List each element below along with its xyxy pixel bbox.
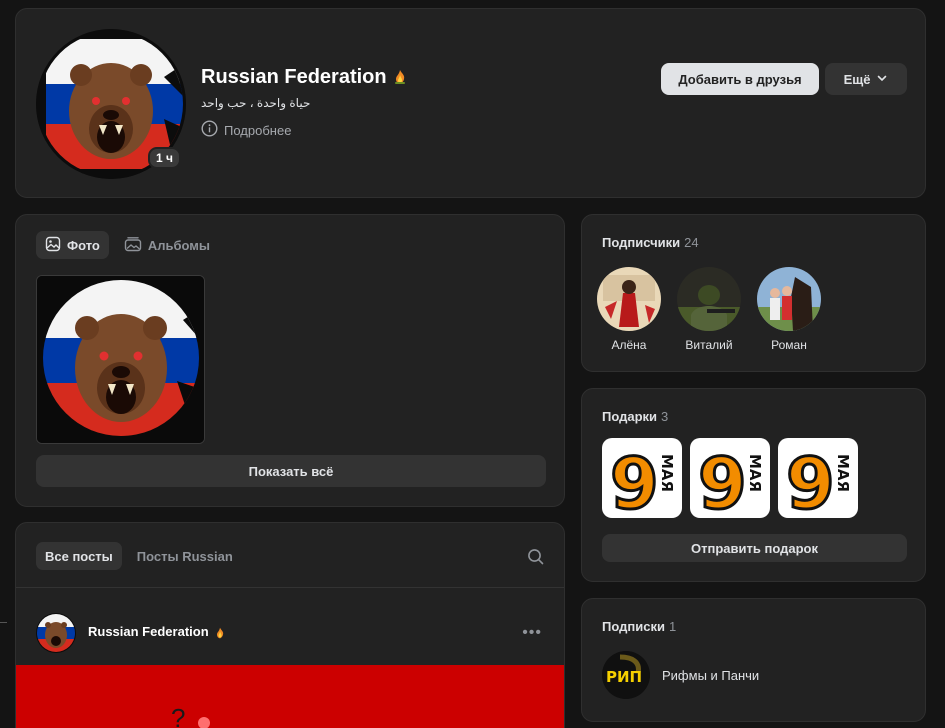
follower-name: Роман bbox=[771, 338, 807, 352]
followers-list: Алёна Виталий Роман bbox=[597, 267, 821, 352]
profile-details-link[interactable]: Подробнее bbox=[201, 120, 291, 140]
profile-avatar[interactable]: 1 ч bbox=[36, 29, 186, 179]
profile-header-card: 1 ч Russian Federation حياة واحدة ، حب و… bbox=[15, 8, 926, 198]
gift-item[interactable]: 9 МАЯ bbox=[778, 438, 858, 518]
add-friend-button[interactable]: Добавить в друзья bbox=[661, 63, 819, 95]
chevron-down-icon bbox=[876, 72, 888, 87]
subscription-item[interactable]: РИП Рифмы и Панчи bbox=[602, 651, 759, 699]
photos-tabs: Фото Альбомы bbox=[36, 231, 219, 259]
gifts-list: 9 МАЯ 9 МАЯ 9 МАЯ bbox=[602, 438, 858, 518]
edge-divider bbox=[0, 622, 7, 623]
tab-owner-posts[interactable]: Посты Russian bbox=[128, 542, 242, 570]
gifts-title[interactable]: Подарки 3 bbox=[602, 409, 668, 424]
profile-name: Russian Federation bbox=[201, 66, 387, 88]
info-icon bbox=[201, 120, 218, 140]
subscriptions-title-label: Подписки bbox=[602, 619, 665, 634]
tab-photos[interactable]: Фото bbox=[36, 231, 109, 259]
subscriptions-title[interactable]: Подписки 1 bbox=[602, 619, 676, 634]
subscriptions-count: 1 bbox=[668, 619, 677, 634]
follower-item[interactable]: Роман bbox=[757, 267, 821, 352]
profile-details-label: Подробнее bbox=[224, 122, 292, 138]
subscription-avatar: РИП bbox=[602, 651, 650, 699]
follower-item[interactable]: Виталий bbox=[677, 267, 741, 352]
follower-avatar bbox=[677, 267, 741, 331]
gift-digit: 9 bbox=[698, 443, 747, 518]
followers-title[interactable]: Подписчики 24 bbox=[602, 235, 699, 250]
gifts-count: 3 bbox=[661, 409, 669, 424]
fire-emoji-icon bbox=[392, 69, 408, 85]
follower-name: Виталий bbox=[685, 338, 733, 352]
more-actions-button[interactable]: Ещё bbox=[825, 63, 907, 95]
gifts-title-label: Подарки bbox=[602, 409, 658, 424]
search-icon[interactable] bbox=[527, 548, 544, 570]
gift-digit: 9 bbox=[610, 443, 659, 518]
gift-item[interactable]: 9 МАЯ bbox=[690, 438, 770, 518]
photo-icon bbox=[45, 236, 61, 255]
follower-avatar bbox=[597, 267, 661, 331]
post-author-avatar[interactable] bbox=[36, 613, 76, 653]
followers-card: Подписчики 24 Алёна Виталий Роман bbox=[581, 214, 926, 372]
gift-word: МАЯ bbox=[834, 454, 852, 492]
followers-title-label: Подписчики bbox=[602, 235, 681, 250]
post-image[interactable]: ? bbox=[16, 665, 564, 728]
posts-divider bbox=[16, 587, 564, 588]
post-options-icon[interactable]: ••• bbox=[522, 624, 542, 642]
svg-text:?: ? bbox=[171, 703, 185, 728]
gifts-card: Подарки 3 9 МАЯ 9 МАЯ 9 МАЯ Отправить под… bbox=[581, 388, 926, 582]
follower-avatar bbox=[757, 267, 821, 331]
post-author-name[interactable]: Russian Federation bbox=[88, 624, 209, 639]
follower-name: Алёна bbox=[611, 338, 647, 352]
tab-all-posts[interactable]: Все посты bbox=[36, 542, 122, 570]
fire-emoji-icon bbox=[214, 626, 226, 644]
gift-digit: 9 bbox=[786, 443, 835, 518]
followers-count: 24 bbox=[684, 235, 699, 250]
tab-albums[interactable]: Альбомы bbox=[115, 231, 219, 259]
gift-word: МАЯ bbox=[658, 454, 676, 492]
subscriptions-card: Подписки 1 РИП Рифмы и Панчи bbox=[581, 598, 926, 722]
photos-card: Фото Альбомы Показать всё bbox=[15, 214, 565, 507]
follower-item[interactable]: Алёна bbox=[597, 267, 661, 352]
show-all-photos-button[interactable]: Показать всё bbox=[36, 455, 546, 487]
send-gift-button[interactable]: Отправить подарок bbox=[602, 534, 907, 562]
photo-thumbnail[interactable] bbox=[36, 275, 205, 444]
gift-item[interactable]: 9 МАЯ bbox=[602, 438, 682, 518]
tab-photos-label: Фото bbox=[67, 237, 100, 253]
more-actions-label: Ещё bbox=[843, 71, 871, 87]
posts-tabs: Все посты Посты Russian bbox=[36, 542, 242, 570]
posts-card: Все посты Посты Russian Russian Federati… bbox=[15, 522, 565, 728]
profile-status: حياة واحدة ، حب واحد bbox=[201, 96, 311, 110]
online-time-badge: 1 ч bbox=[148, 147, 181, 169]
subscription-logo-text: РИП bbox=[606, 668, 642, 686]
subscription-name: Рифмы и Панчи bbox=[662, 667, 760, 683]
tab-albums-label: Альбомы bbox=[147, 237, 211, 253]
gift-word: МАЯ bbox=[746, 454, 764, 492]
albums-icon bbox=[124, 236, 142, 255]
